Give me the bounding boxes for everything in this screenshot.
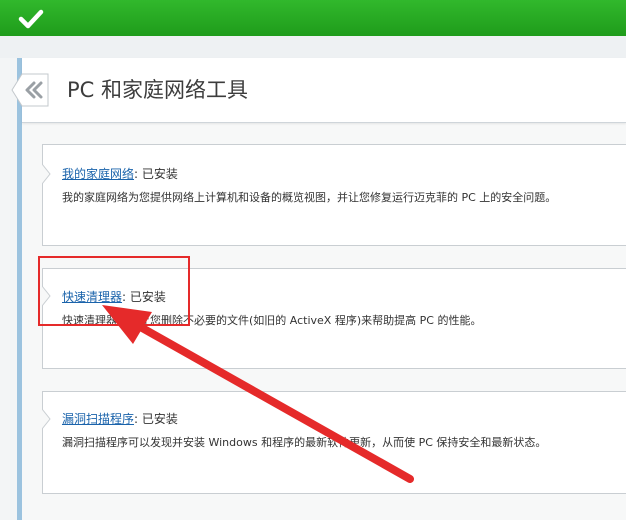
annotation-arrow-icon <box>102 305 414 483</box>
